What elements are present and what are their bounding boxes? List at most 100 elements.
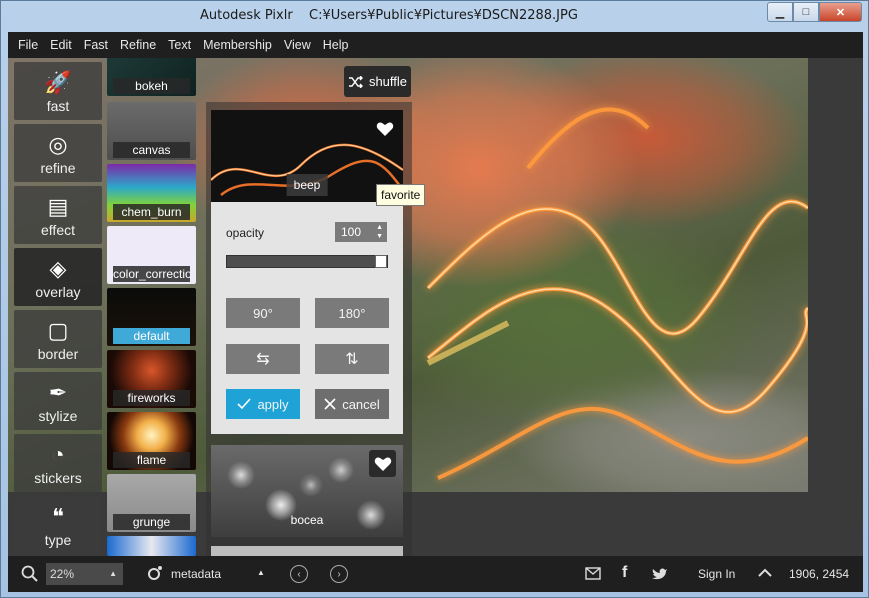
rotate-90-button[interactable]: 90°	[226, 298, 300, 328]
overlay-card-next[interactable]	[211, 546, 403, 556]
sign-in-link[interactable]: Sign In	[698, 567, 735, 581]
metadata-toggle-icon[interactable]: ▲	[257, 568, 265, 577]
image-dimensions: 1906, 2454	[789, 567, 850, 581]
thumb-label: color_correction	[113, 266, 190, 282]
thumb-label: chem_burn	[113, 204, 190, 220]
window-controls: ▁ □ ✕	[767, 2, 862, 22]
menu-view[interactable]: View	[278, 38, 317, 52]
app-title: Autodesk Pixlr	[200, 8, 293, 23]
title-bar: Autodesk Pixlr C:¥Users¥Public¥Pictures¥…	[1, 1, 868, 31]
tool-fast[interactable]: 🚀 fast	[14, 62, 102, 120]
email-icon[interactable]	[585, 567, 601, 580]
menu-edit[interactable]: Edit	[44, 38, 78, 52]
overlay-thumb-flame[interactable]: flame	[107, 412, 196, 470]
rotate-180-label: 180°	[338, 305, 366, 321]
chevron-up-icon: ▲	[109, 569, 117, 578]
overlay-card-beep[interactable]: beep	[211, 110, 403, 202]
thumb-label: canvas	[113, 142, 190, 158]
next-icon[interactable]: ›	[330, 565, 348, 583]
file-path: C:¥Users¥Public¥Pictures¥DSCN2288.JPG	[309, 8, 578, 23]
tool-label: border	[37, 346, 79, 362]
tool-label: refine	[40, 160, 76, 176]
overlay-category-list: bokeh canvas chem_burn color_correction …	[105, 58, 202, 556]
favorite-button[interactable]	[371, 115, 398, 142]
flip-vertical-button[interactable]: ⇅	[315, 344, 389, 374]
tool-stickers[interactable]: ◔ stickers	[14, 434, 102, 492]
tool-label: overlay	[35, 284, 81, 300]
overlay-thumb-grunge[interactable]: grunge	[107, 474, 196, 532]
slider-fill	[227, 256, 375, 267]
opacity-slider[interactable]	[226, 255, 388, 268]
menu-bar: File Edit Fast Refine Text Membership Vi…	[8, 32, 863, 58]
close-icon	[324, 398, 336, 410]
close-button[interactable]: ✕	[819, 2, 862, 22]
app-client: File Edit Fast Refine Text Membership Vi…	[8, 32, 863, 592]
thumb-label-selected: default	[113, 328, 190, 344]
layers-icon: ◈	[49, 256, 67, 281]
tool-effect[interactable]: ▤ effect	[14, 186, 102, 244]
tool-type[interactable]: ❝ type	[14, 496, 102, 554]
heart-icon	[374, 457, 391, 471]
thumb-label: fireworks	[113, 390, 190, 406]
tool-overlay[interactable]: ◈ overlay	[14, 248, 102, 306]
zoom-icon[interactable]	[21, 565, 39, 583]
metadata-icon[interactable]	[145, 565, 163, 583]
rotate-90-label: 90°	[253, 305, 273, 321]
apply-button[interactable]: apply	[226, 389, 300, 419]
maximize-button[interactable]: □	[793, 2, 819, 22]
refine-icon: ◎	[48, 132, 68, 157]
overlay-thumb-color-correction[interactable]: color_correction	[107, 226, 196, 284]
facebook-icon[interactable]: f	[622, 564, 627, 582]
favorite-button[interactable]	[369, 450, 396, 477]
check-icon	[237, 398, 252, 410]
favorite-tooltip: favorite	[376, 184, 426, 206]
overlay-thumb-canvas[interactable]: canvas	[107, 102, 196, 160]
overlay-thumb-fireworks[interactable]: fireworks	[107, 350, 196, 408]
menu-fast[interactable]: Fast	[78, 38, 114, 52]
status-bar: 22% ▲ metadata ▲ ‹ › f Sign In 1906, 245…	[8, 556, 863, 592]
thumb-label: grunge	[113, 514, 190, 530]
cancel-button[interactable]: cancel	[315, 389, 389, 419]
previous-icon[interactable]: ‹	[290, 565, 308, 583]
menu-help[interactable]: Help	[317, 38, 355, 52]
overlay-thumb-default[interactable]: default	[107, 288, 196, 346]
rotate-180-button[interactable]: 180°	[315, 298, 389, 328]
opacity-stepper[interactable]: 100 ▲ ▼	[335, 222, 387, 242]
cancel-label: cancel	[342, 396, 380, 412]
tool-label: stylize	[38, 408, 78, 424]
apply-label: apply	[257, 396, 289, 412]
app-window: Autodesk Pixlr C:¥Users¥Public¥Pictures¥…	[0, 0, 869, 598]
tool-refine[interactable]: ◎ refine	[14, 124, 102, 182]
tool-stylize[interactable]: ✒ stylize	[14, 372, 102, 430]
overlay-settings-panel: opacity 100 ▲ ▼ 90° 180° ⇆ ⇅ apply cance…	[211, 202, 403, 434]
tool-label: fast	[46, 98, 70, 114]
tool-label: effect	[41, 222, 75, 238]
stepper-arrows-icon[interactable]: ▲ ▼	[376, 223, 383, 241]
tool-border[interactable]: ▢ border	[14, 310, 102, 368]
menu-file[interactable]: File	[12, 38, 44, 52]
metadata-label[interactable]: metadata	[171, 567, 221, 581]
minimize-button[interactable]: ▁	[767, 2, 793, 22]
overlay-card-bocea[interactable]: bocea	[211, 445, 403, 537]
shuffle-button[interactable]: shuffle	[344, 66, 411, 97]
overlay-thumb-next[interactable]	[107, 536, 196, 556]
tool-label: stickers	[34, 470, 82, 486]
menu-text[interactable]: Text	[162, 38, 197, 52]
twitter-icon[interactable]	[652, 567, 668, 580]
menu-refine[interactable]: Refine	[114, 38, 162, 52]
opacity-label: opacity	[226, 226, 265, 240]
slider-handle[interactable]	[375, 255, 387, 268]
thumb-label: bokeh	[113, 78, 190, 94]
zoom-select[interactable]: 22% ▲	[46, 563, 123, 585]
opacity-value: 100	[341, 225, 362, 239]
overlay-thumb-chem-burn[interactable]: chem_burn	[107, 164, 196, 222]
flip-horizontal-icon: ⇆	[256, 351, 270, 368]
tool-label: type	[44, 532, 72, 548]
card-label: beep	[286, 174, 328, 196]
zoom-value: 22%	[50, 567, 75, 581]
overlay-thumb-bokeh[interactable]: bokeh	[107, 58, 196, 96]
shuffle-icon	[348, 75, 363, 88]
flip-horizontal-button[interactable]: ⇆	[226, 344, 300, 374]
menu-membership[interactable]: Membership	[197, 38, 278, 52]
chevron-up-icon[interactable]	[758, 568, 772, 578]
